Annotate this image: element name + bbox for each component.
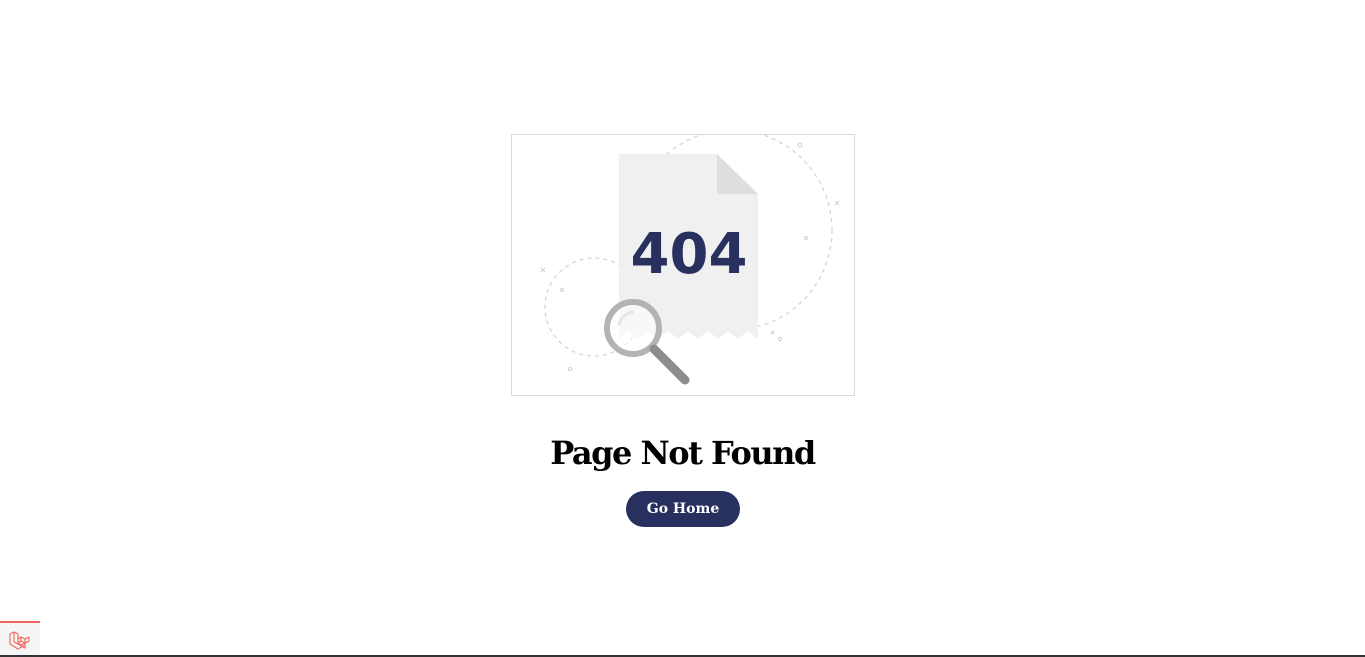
decor-dot [777,336,783,342]
decor-dot [567,366,573,372]
error-code: 404 [631,222,748,287]
not-found-illustration: 404 [511,134,855,396]
decor-cross [834,200,840,206]
page-title: Page Not Found [550,434,816,472]
decor-dot [803,235,809,241]
debugbar-toggle[interactable] [0,621,40,655]
decor-cross [770,330,775,335]
decor-dot [559,287,565,293]
not-found-graphic: 404 [540,135,840,385]
decor-cross [540,267,546,273]
decor-dot [797,142,803,148]
go-home-button[interactable]: Go Home [626,491,740,527]
laravel-logo-icon [9,631,30,650]
